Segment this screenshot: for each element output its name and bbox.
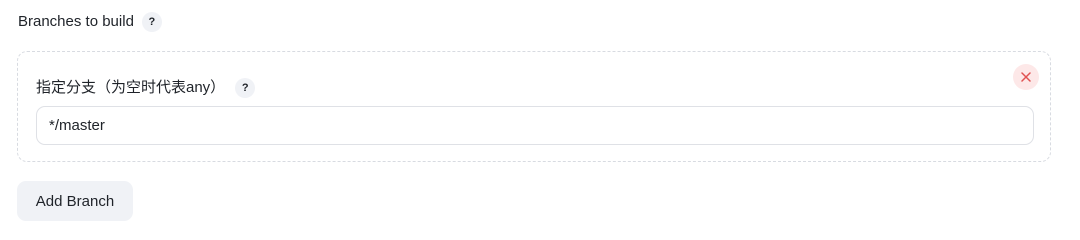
branch-field-header: 指定分支（为空时代表any） ? xyxy=(36,76,256,100)
branch-specifier-input[interactable] xyxy=(36,106,1034,145)
delete-branch-button[interactable] xyxy=(1013,64,1039,90)
section-title: Branches to build xyxy=(18,13,134,30)
branch-repeat-item: 指定分支（为空时代表any） ? xyxy=(17,51,1051,162)
branches-section-header: Branches to build ? xyxy=(18,10,162,34)
close-icon xyxy=(1021,72,1031,82)
help-icon[interactable]: ? xyxy=(235,78,256,98)
add-branch-button[interactable]: Add Branch xyxy=(17,181,133,221)
branch-specifier-label: 指定分支（为空时代表any） xyxy=(36,79,226,96)
help-icon[interactable]: ? xyxy=(141,12,162,32)
